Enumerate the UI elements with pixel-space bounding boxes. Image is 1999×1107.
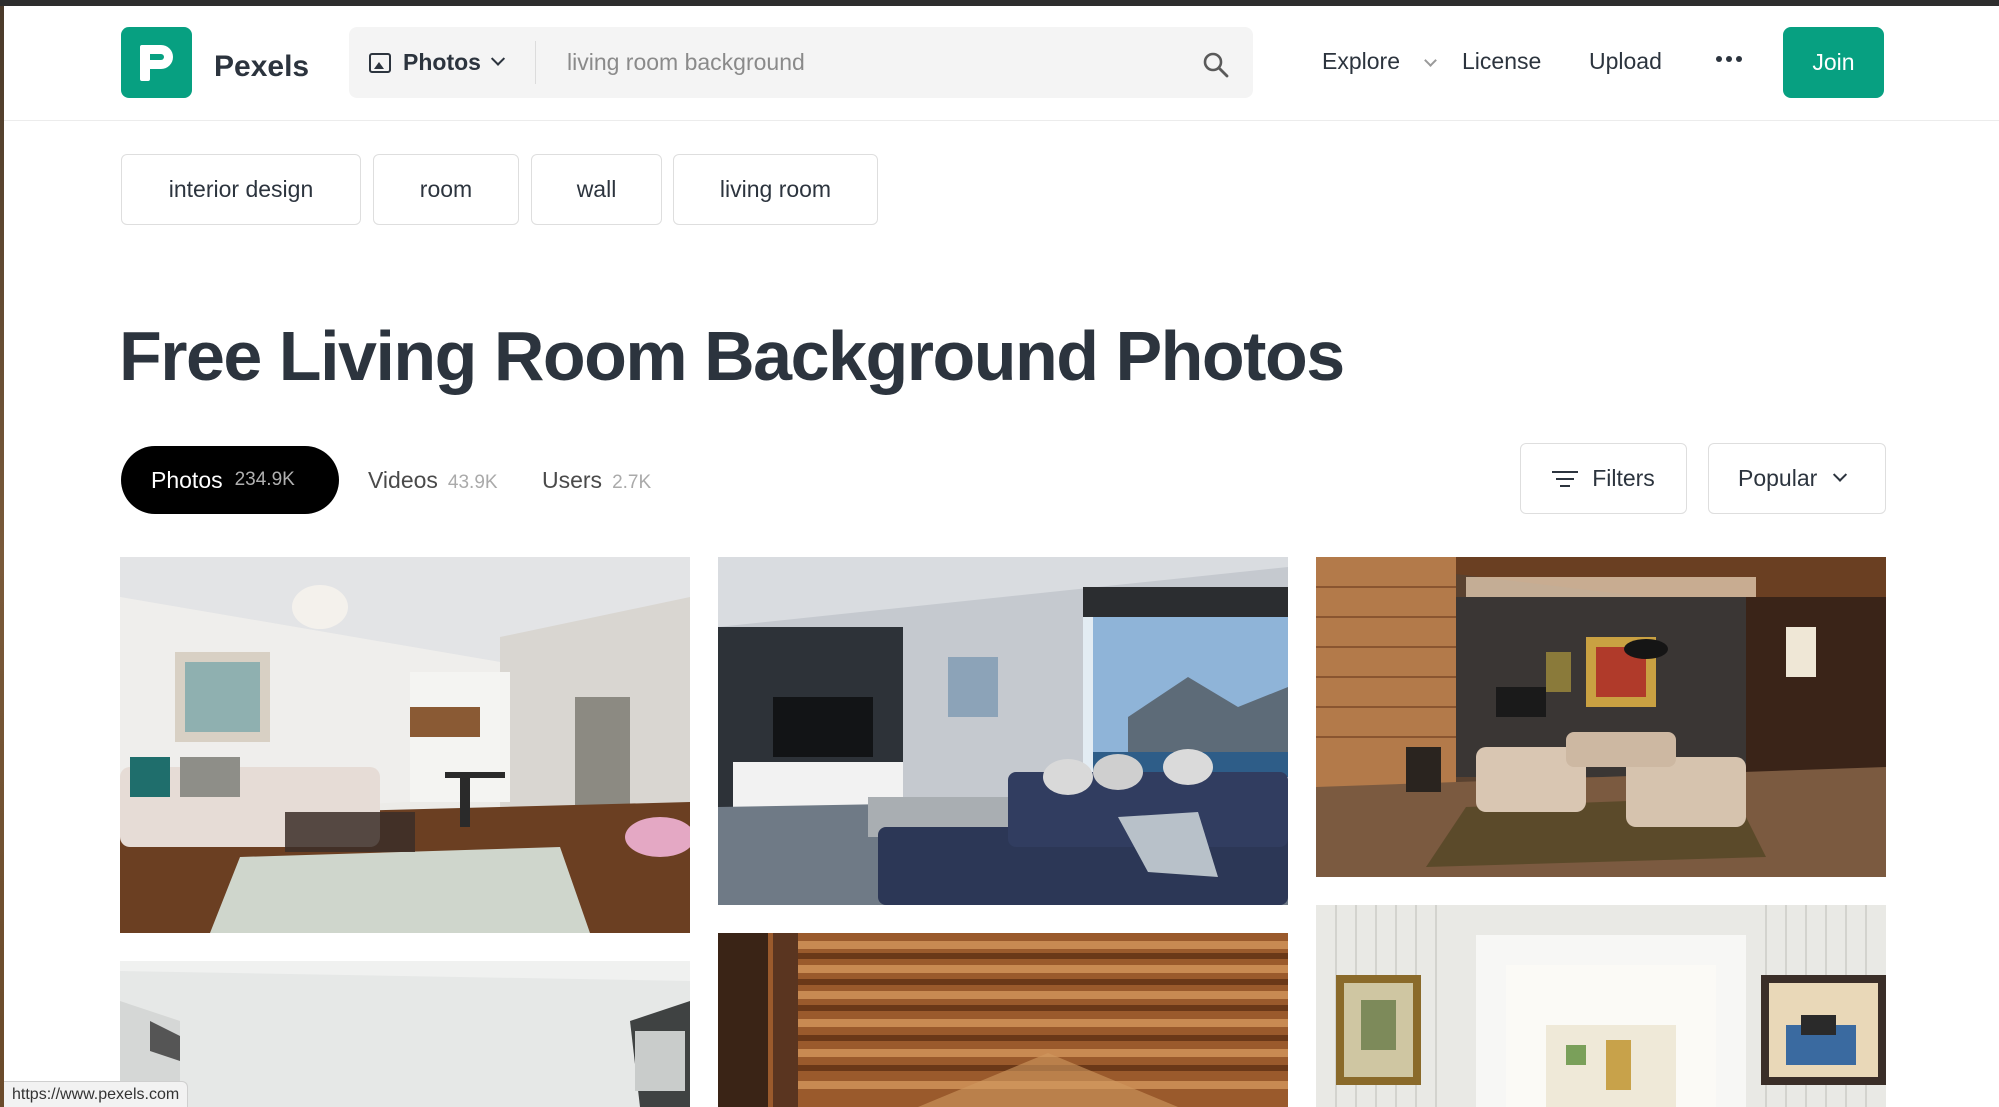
living-room-photo [718, 557, 1288, 905]
room-photo [120, 961, 690, 1107]
status-bar-url: https://www.pexels.com [4, 1081, 189, 1107]
search-type-label: Photos [403, 49, 481, 75]
page: Pexels Photos Explore License Upload Joi… [4, 6, 1999, 1107]
tab-count: 43.9K [447, 472, 498, 493]
search-type-dropdown[interactable]: Photos [349, 27, 535, 98]
tab-videos[interactable]: Videos 43.9K [368, 467, 498, 494]
tab-users[interactable]: Users 2.7K [542, 467, 651, 494]
tab-label: Users [542, 467, 603, 493]
related-search-chip[interactable]: interior design [121, 154, 361, 225]
filters-label: Filters [1592, 465, 1655, 491]
chevron-down-icon [1424, 54, 1437, 67]
tab-count: 2.7K [612, 472, 652, 493]
nav-upload[interactable]: Upload [1589, 48, 1662, 75]
related-search-chip[interactable]: room [373, 154, 519, 225]
sort-label: Popular [1738, 465, 1818, 491]
more-options-icon[interactable] [1716, 56, 1742, 64]
living-room-photo [1316, 557, 1886, 877]
photo-card[interactable] [120, 557, 690, 933]
search-input[interactable] [567, 41, 1167, 84]
photo-card[interactable] [1316, 557, 1886, 877]
photo-card[interactable] [120, 961, 690, 1107]
related-search-chip[interactable]: wall [531, 154, 662, 225]
search-bar: Photos [349, 27, 1253, 98]
chevron-down-icon [490, 51, 506, 66]
photo-card[interactable] [1316, 905, 1886, 1107]
image-icon [369, 52, 391, 73]
pexels-logo-icon[interactable] [121, 27, 192, 98]
join-button[interactable]: Join [1783, 27, 1884, 98]
page-title: Free Living Room Background Photos [119, 317, 1345, 395]
photo-card[interactable] [718, 933, 1288, 1107]
filters-button[interactable]: Filters [1520, 443, 1687, 514]
chevron-down-icon [1833, 467, 1848, 482]
related-search-chip[interactable]: living room [673, 154, 878, 225]
sort-dropdown[interactable]: Popular [1708, 443, 1886, 514]
photo-card[interactable] [718, 557, 1288, 905]
room-photo [1316, 905, 1886, 1107]
nav-license[interactable]: License [1462, 48, 1541, 75]
tab-count: 234.9K [234, 469, 295, 490]
tab-label: Photos [151, 466, 223, 493]
tab-photos[interactable]: Photos 234.9K [121, 446, 339, 514]
search-icon[interactable] [1202, 51, 1230, 79]
living-room-photo [120, 557, 690, 933]
brand-name[interactable]: Pexels [214, 50, 309, 84]
filter-icon [1552, 470, 1579, 488]
site-header: Pexels Photos Explore License Upload Joi… [4, 6, 1999, 121]
search-divider [535, 41, 536, 84]
wood-ceiling-photo [718, 933, 1288, 1107]
nav-explore[interactable]: Explore [1322, 48, 1400, 75]
tab-label: Videos [368, 467, 438, 493]
